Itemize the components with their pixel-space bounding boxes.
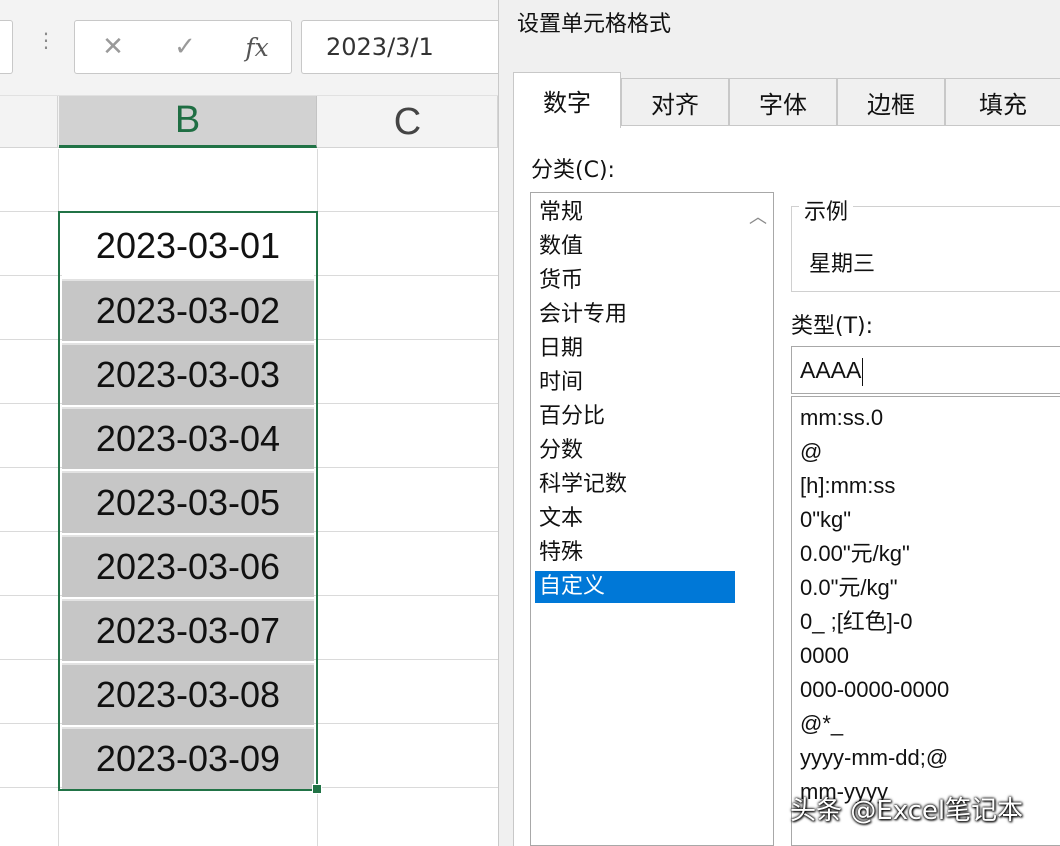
- excel-sheet-area: ⋮ ✕ ✓ fx 2023/3/1 B C 2023-03-01 2023-03…: [0, 0, 500, 846]
- category-item[interactable]: 科学记数: [535, 469, 735, 501]
- type-list-item[interactable]: 0000: [800, 639, 849, 673]
- cell-b[interactable]: 2023-03-02: [62, 279, 314, 341]
- type-input[interactable]: AAAA: [791, 346, 1060, 394]
- cell-b[interactable]: 2023-03-09: [62, 727, 314, 789]
- type-list-item[interactable]: yyyy-mm-dd;@: [800, 741, 948, 775]
- cell-b[interactable]: 2023-03-05: [62, 471, 314, 533]
- cell-b[interactable]: 2023-03-07: [62, 599, 314, 661]
- cell-b[interactable]: 2023-03-03: [62, 343, 314, 405]
- selected-range[interactable]: 2023-03-01 2023-03-02 2023-03-03 2023-03…: [58, 211, 318, 791]
- category-item[interactable]: 日期: [535, 333, 735, 365]
- tab-number[interactable]: 数字: [513, 72, 621, 128]
- type-list-item[interactable]: 0_ ;[红色]-0: [800, 605, 912, 639]
- cell-b[interactable]: 2023-03-06: [62, 535, 314, 597]
- cancel-icon[interactable]: ✕: [83, 21, 143, 73]
- category-item[interactable]: 分数: [535, 435, 735, 467]
- category-item[interactable]: 特殊: [535, 537, 735, 569]
- type-label: 类型(T):: [791, 314, 874, 339]
- type-list-item[interactable]: @: [800, 435, 822, 469]
- dialog-title: 设置单元格格式: [517, 12, 672, 37]
- tab-alignment[interactable]: 对齐: [621, 78, 729, 126]
- category-item[interactable]: 会计专用: [535, 299, 735, 331]
- type-list[interactable]: mm:ss.0 @ [h]:mm:ss 0"kg" 0.00"元/kg" 0.0…: [791, 396, 1060, 846]
- category-item[interactable]: 数值: [535, 231, 735, 263]
- format-cells-dialog: 设置单元格格式 数字 对齐 字体 边框 填充 分类(C): ︿ 常规 数值 货币…: [498, 0, 1060, 846]
- watermark: 头条 @Excel笔记本: [790, 796, 1024, 826]
- column-headers: B C: [0, 96, 500, 148]
- more-options-icon[interactable]: ⋮: [36, 30, 56, 50]
- tab-font[interactable]: 字体: [729, 78, 837, 126]
- type-input-value: AAAA: [800, 357, 862, 383]
- category-item[interactable]: 文本: [535, 503, 735, 535]
- type-list-item[interactable]: 0.00"元/kg": [800, 537, 910, 571]
- formula-input[interactable]: 2023/3/1: [301, 20, 500, 74]
- column-header-b[interactable]: B: [59, 96, 317, 148]
- enter-icon[interactable]: ✓: [155, 21, 215, 73]
- formula-bar: ⋮ ✕ ✓ fx 2023/3/1: [0, 0, 500, 96]
- category-item[interactable]: 常规: [535, 197, 735, 229]
- category-list[interactable]: ︿ 常规 数值 货币 会计专用 日期 时间 百分比 分数 科学记数 文本 特殊 …: [530, 192, 774, 846]
- category-item[interactable]: 百分比: [535, 401, 735, 433]
- type-list-item[interactable]: 0.0"元/kg": [800, 571, 898, 605]
- tab-fill[interactable]: 填充: [945, 78, 1060, 126]
- category-label: 分类(C):: [531, 158, 615, 183]
- name-box[interactable]: [0, 20, 13, 74]
- tab-border[interactable]: 边框: [837, 78, 945, 126]
- cell-b[interactable]: 2023-03-04: [62, 407, 314, 469]
- category-item-selected[interactable]: 自定义: [535, 571, 735, 603]
- column-header-c[interactable]: C: [318, 96, 498, 148]
- fill-handle[interactable]: [312, 784, 322, 794]
- sample-label: 示例: [799, 194, 854, 226]
- sample-value: 星期三: [809, 252, 876, 277]
- type-list-item[interactable]: 0"kg": [800, 503, 851, 537]
- cell-b-active[interactable]: 2023-03-01: [62, 215, 314, 277]
- insert-function-icon[interactable]: fx: [227, 21, 287, 73]
- dialog-tabs: 数字 对齐 字体 边框 填充: [513, 72, 1060, 128]
- column-header-a[interactable]: [0, 96, 58, 148]
- cell-b[interactable]: 2023-03-08: [62, 663, 314, 725]
- type-list-item[interactable]: [h]:mm:ss: [800, 469, 895, 503]
- text-caret: [862, 357, 864, 386]
- category-item[interactable]: 货币: [535, 265, 735, 297]
- type-list-item[interactable]: 000-0000-0000: [800, 673, 949, 707]
- type-list-item[interactable]: @*_: [800, 707, 843, 741]
- scroll-up-icon[interactable]: ︿: [749, 203, 767, 229]
- category-item[interactable]: 时间: [535, 367, 735, 399]
- formula-buttons: ✕ ✓ fx: [74, 20, 292, 74]
- type-list-item[interactable]: mm:ss.0: [800, 401, 883, 435]
